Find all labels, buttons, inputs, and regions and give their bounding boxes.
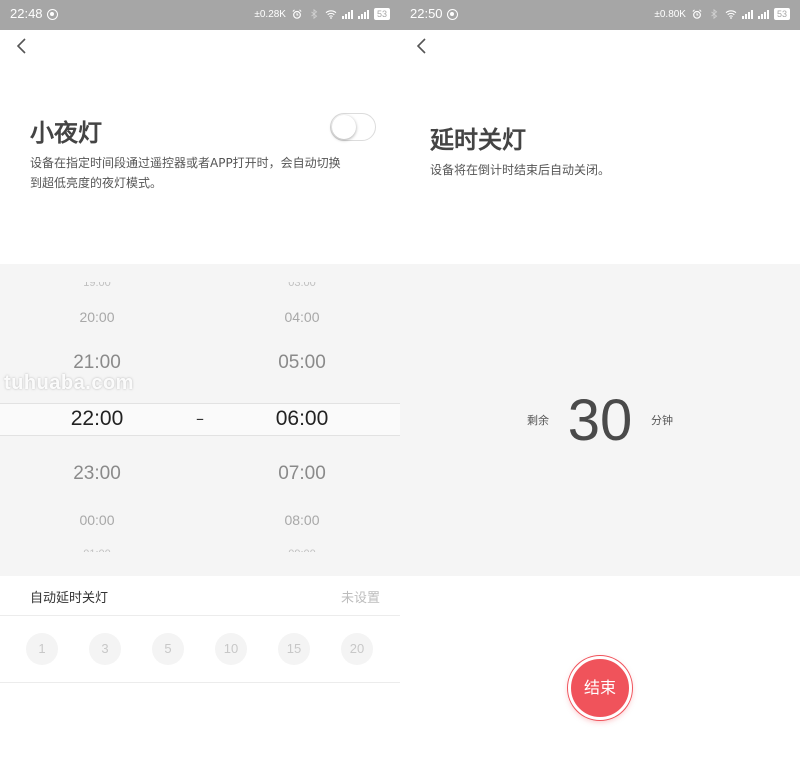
countdown-prefix: 剩余: [527, 414, 549, 427]
battery-icon: 53: [373, 8, 390, 20]
bluetooth-icon: [311, 9, 318, 19]
signal-icon-2: [357, 9, 369, 19]
delay-option-10[interactable]: 10: [215, 633, 247, 665]
delay-option-20[interactable]: 20: [341, 633, 373, 665]
page-title: 小夜灯: [30, 119, 102, 147]
divider: [0, 615, 400, 616]
end-time-option[interactable]: 07:00: [232, 463, 372, 485]
countdown-panel: 剩余 30 分钟: [400, 264, 800, 576]
record-icon: [47, 9, 58, 20]
description-line-2: 到超低亮度的夜灯模式。: [30, 176, 163, 190]
status-time: 22:50: [410, 6, 443, 21]
back-arrow-icon[interactable]: [10, 36, 34, 56]
range-separator: –: [196, 409, 204, 428]
toggle-knob: [332, 115, 356, 139]
delay-off-screen: 22:50 ±0.80K 53 延时关灯 设备将在倒计时结束后自动关闭。 剩余 …: [400, 0, 800, 770]
delay-option-1[interactable]: 1: [26, 633, 58, 665]
delay-option-5[interactable]: 5: [152, 633, 184, 665]
countdown-value: 30: [567, 388, 633, 453]
back-arrow-icon[interactable]: [410, 36, 434, 56]
start-time-option[interactable]: 23:00: [27, 463, 167, 485]
start-time-option[interactable]: 00:00: [27, 512, 167, 528]
start-time-selected[interactable]: 22:00: [27, 407, 167, 431]
signal-icon: [341, 9, 353, 19]
delay-option-15[interactable]: 15: [278, 633, 310, 665]
divider: [0, 682, 400, 683]
description: 设备在指定时间段通过遥控器或者APP打开时，会自动切换 到超低亮度的夜灯模式。: [30, 153, 380, 193]
start-time-option[interactable]: 21:00: [27, 352, 167, 374]
delay-option-3[interactable]: 3: [89, 633, 121, 665]
network-speed: ±0.80K: [654, 8, 686, 20]
battery-icon: 53: [773, 8, 790, 20]
time-range-picker[interactable]: 19:00 20:00 21:00 22:00 23:00 00:00 01:0…: [0, 264, 400, 576]
end-time-option[interactable]: 03:00: [232, 282, 372, 290]
alarm-icon: [292, 9, 302, 19]
network-speed: ±0.28K: [254, 8, 286, 20]
signal-icon: [741, 9, 753, 19]
status-bar: 22:50 ±0.80K 53: [400, 0, 800, 30]
bluetooth-icon: [711, 9, 718, 19]
auto-off-label: 自动延时关灯: [30, 591, 109, 606]
countdown-unit: 分钟: [651, 414, 673, 427]
start-time-option[interactable]: 01:00: [27, 544, 167, 552]
end-time-option[interactable]: 08:00: [232, 512, 372, 528]
record-icon: [447, 9, 458, 20]
end-time-option[interactable]: 05:00: [232, 352, 372, 374]
end-time-selected[interactable]: 06:00: [232, 407, 372, 431]
start-time-option[interactable]: 20:00: [27, 309, 167, 325]
watermark: tuhuaba.com: [4, 372, 134, 394]
description: 设备将在倒计时结束后自动关闭。: [430, 163, 611, 177]
page-title: 延时关灯: [430, 126, 526, 154]
status-bar: 22:48 ±0.28K 53: [0, 0, 400, 30]
wifi-icon: [725, 10, 737, 19]
status-time: 22:48: [10, 6, 43, 21]
start-time-option[interactable]: 19:00: [27, 282, 167, 290]
description-line-1: 设备在指定时间段通过遥控器或者APP打开时，会自动切换: [30, 156, 341, 170]
end-time-option[interactable]: 09:00: [232, 544, 372, 552]
end-time-option[interactable]: 04:00: [232, 309, 372, 325]
night-light-toggle[interactable]: [330, 113, 376, 141]
signal-icon-2: [757, 9, 769, 19]
night-light-screen: 22:48 ±0.28K 53 小夜灯 设备在指定时间段通过遥控器或者APP打开…: [0, 0, 400, 770]
auto-off-value[interactable]: 未设置: [341, 587, 380, 606]
wifi-icon: [325, 10, 337, 19]
end-button[interactable]: 结束: [568, 656, 632, 720]
alarm-icon: [692, 9, 702, 19]
